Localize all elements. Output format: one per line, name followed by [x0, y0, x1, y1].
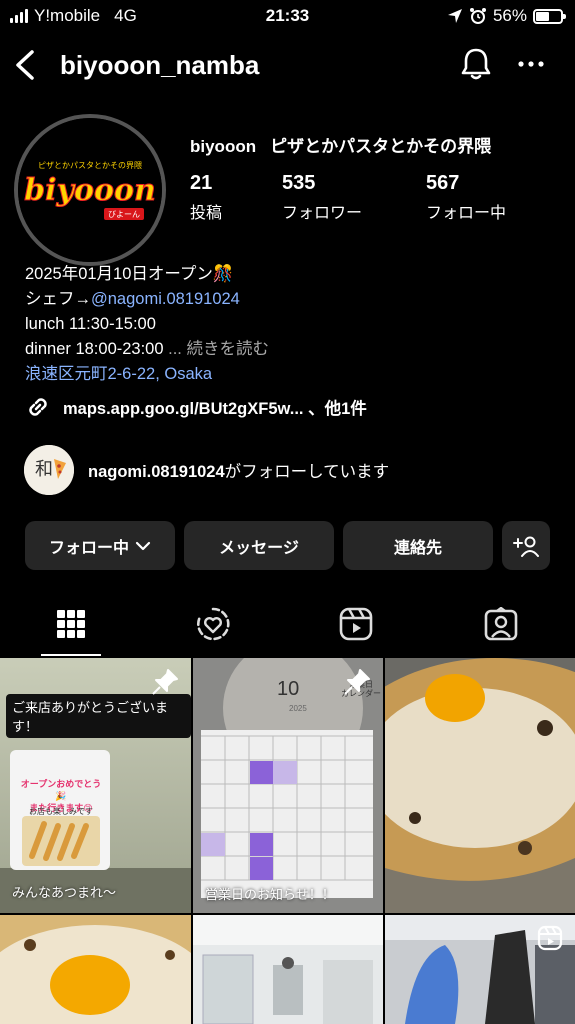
kitchen-image — [193, 915, 383, 1024]
following-button-label: フォロー中 — [48, 539, 129, 557]
post-tile[interactable] — [385, 915, 575, 1024]
link-icon — [29, 398, 47, 416]
category-label: ピザとかパスタとかその界隈 — [270, 137, 492, 156]
reposts-icon — [197, 607, 230, 641]
post-tile[interactable] — [193, 915, 383, 1024]
following-button[interactable]: フォロー中 — [25, 521, 175, 570]
post-caption: みんなあつまれ〜 — [12, 885, 117, 900]
follower-username: nagomi.08191024 — [88, 463, 225, 481]
bio-line: dinner 18:00-23:00 ... 続きを読む — [25, 337, 269, 362]
chevron-down-icon — [135, 541, 151, 550]
story-card: オープンおめでとう🎉 また行きます😊 お店も楽しみです — [10, 750, 110, 870]
external-link-row[interactable]: maps.app.goo.gl/BUt2gXF5w... 、他1件 — [25, 394, 367, 420]
following-label: フォロー中 — [426, 205, 507, 222]
pizza-image — [0, 915, 191, 1024]
contact-button[interactable]: 連絡先 — [343, 521, 493, 570]
post-caption: 営業日のお知らせ！！ — [205, 887, 335, 902]
pin-icon — [344, 669, 370, 695]
suggested-people-button[interactable] — [502, 521, 550, 570]
posts-label: 投稿 — [190, 205, 223, 222]
calendar-year: 2025 — [289, 704, 307, 713]
profile-avatar[interactable]: ピザとかパスタとかその界隈 biyooon びよーん — [14, 114, 166, 266]
followers-count: 535 — [282, 172, 316, 194]
stat-posts[interactable]: 21 投稿 — [190, 172, 222, 223]
active-tab-indicator — [41, 654, 101, 656]
bell-icon[interactable] — [458, 46, 494, 82]
stat-followers[interactable]: 535 フォロワー — [282, 172, 362, 223]
followed-by-suffix: がフォローしています — [224, 463, 390, 481]
tagged-icon — [484, 607, 518, 641]
location-arrow-icon — [447, 9, 462, 23]
message-button[interactable]: メッセージ — [184, 521, 334, 570]
profile-header: biyooon_namba — [0, 38, 575, 94]
stat-following[interactable]: 567 フォロー中 — [426, 172, 506, 223]
post-tile[interactable]: 10 2025 営業日 カレンダー 営業日のお知らせ！！ — [193, 658, 383, 913]
calendar-grid — [201, 730, 373, 898]
tab-posts-grid[interactable] — [41, 600, 101, 648]
external-link-text: maps.app.goo.gl/BUt2gXF5w... 、他1件 — [63, 400, 367, 418]
followers-label: フォロワー — [282, 205, 363, 222]
grid-icon — [57, 610, 85, 638]
profile-name-line: biyooon ピザとかパスタとかその界隈 — [190, 132, 491, 157]
pin-icon — [152, 669, 178, 695]
calendar-month: 10 — [277, 678, 300, 700]
more-options-icon[interactable] — [516, 52, 546, 76]
biyooon-logo: ピザとかパスタとかその界隈 biyooon びよーん — [18, 118, 162, 262]
read-more-link[interactable]: ... 続きを読む — [168, 340, 269, 358]
battery-percent: 56% — [492, 6, 527, 25]
post-tile[interactable] — [0, 915, 191, 1024]
add-person-icon — [513, 536, 539, 557]
bio-dinner-hours: dinner 18:00-23:00 — [25, 340, 164, 358]
page-title: biyooon_namba — [60, 50, 260, 80]
bio-line: シェフ→@nagomi.08191024 — [25, 287, 269, 312]
display-name: biyooon — [190, 137, 257, 156]
address-link[interactable]: 浪速区元町2-6-22, Osaka — [25, 362, 269, 387]
profile-bio: 2025年01月10日オープン🎊 シェフ→@nagomi.08191024 lu… — [25, 262, 269, 387]
followed-by-row[interactable]: 和 nagomi.08191024がフォローしています — [24, 445, 389, 495]
back-arrow-icon[interactable] — [12, 48, 40, 82]
post-banner: ご来店ありがとうございます！ — [6, 694, 191, 738]
svg-text:和: 和 — [35, 459, 53, 480]
tab-reels[interactable] — [326, 600, 386, 648]
tab-tagged[interactable] — [471, 600, 531, 648]
pizza-image — [385, 658, 575, 913]
reels-icon — [339, 607, 373, 641]
post-tile[interactable] — [385, 658, 575, 913]
avatar-sub: びよーん — [108, 210, 140, 219]
follower-avatar: 和 — [24, 445, 74, 495]
bio-chef-label: シェフ→ — [25, 290, 91, 308]
contact-button-label: 連絡先 — [393, 539, 442, 557]
bio-line: 2025年01月10日オープン🎊 — [25, 265, 234, 283]
alarm-icon — [469, 8, 486, 24]
posts-count: 21 — [190, 172, 213, 194]
battery-icon — [533, 8, 566, 24]
post-tile[interactable]: ご来店ありがとうございます！ オープンおめでとう🎉 また行きます😊 お店も楽しみ… — [0, 658, 191, 913]
bio-line: lunch 11:30-15:00 — [25, 315, 156, 333]
following-count: 567 — [426, 172, 460, 194]
message-button-label: メッセージ — [219, 539, 299, 557]
avatar-logo-text: biyooon — [24, 173, 156, 208]
tab-reposts[interactable] — [183, 600, 243, 648]
avatar-tagline: ピザとかパスタとかその界隈 — [38, 161, 142, 170]
reel-badge-icon — [537, 925, 563, 951]
status-bar: Y!mobile 4G 21:33 56% — [0, 0, 575, 34]
chef-mention-link[interactable]: @nagomi.08191024 — [91, 290, 240, 308]
